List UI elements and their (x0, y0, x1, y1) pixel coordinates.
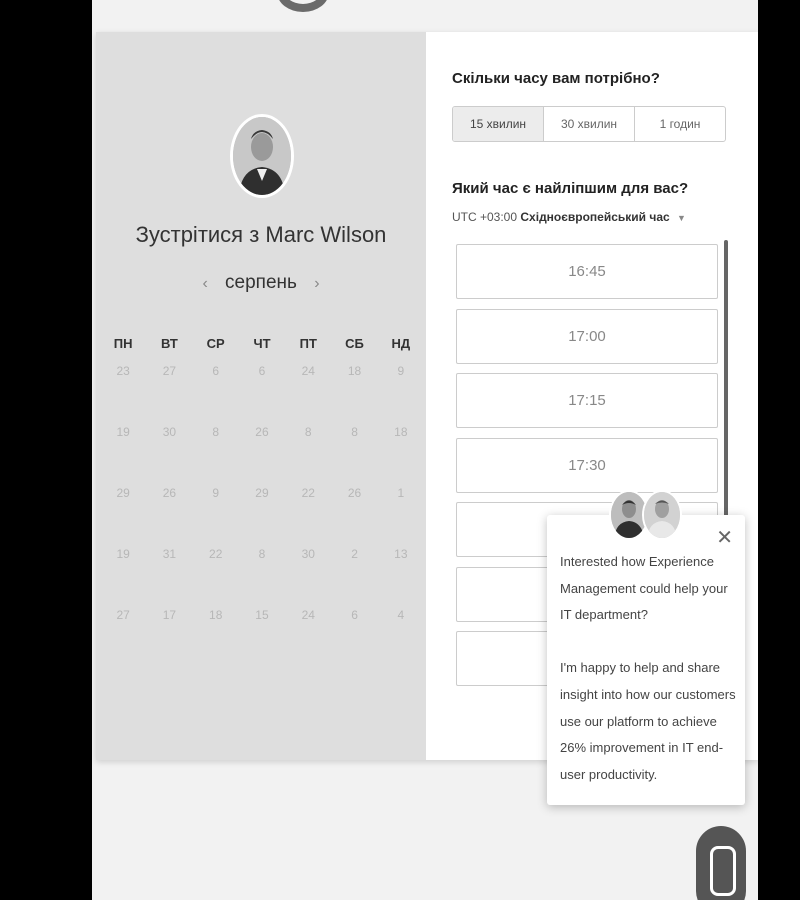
popup-paragraph: I'm happy to help and share insight into… (560, 660, 736, 782)
calendar-day: 26 (347, 486, 362, 500)
meet-title: Зустрітися з Marc Wilson (135, 222, 387, 247)
calendar-day: 2 (351, 547, 358, 561)
calendar-day: 18 (209, 608, 223, 622)
calendar-day: 8 (304, 425, 312, 439)
calendar-day: 4 (397, 608, 405, 622)
calendar-day: 19 (116, 547, 130, 561)
timezone-offset: UTC +03:00 (452, 210, 518, 224)
agent-avatar (642, 490, 682, 540)
calendar-day: 6 (212, 364, 220, 378)
duration-option-60[interactable]: 1 годин (634, 107, 725, 141)
calendar-day: 9 (212, 486, 220, 500)
timezone-name: Східноєвропейський час (520, 210, 670, 224)
month-navigation: ‹ серпень › (96, 272, 426, 294)
caret-down-icon: ▼ (677, 213, 686, 223)
calendar-day: 19 (116, 425, 130, 439)
calendar-day: 18 (394, 425, 408, 439)
weekday-label: СБ (345, 336, 364, 351)
calendar-day: 18 (347, 364, 362, 378)
calendar-day: 8 (212, 425, 220, 439)
calendar-week: 27 17 18 15 24 6 4 (100, 608, 424, 669)
calendar-day: 8 (258, 547, 266, 561)
popup-message: Interested how Experience Management cou… (560, 549, 736, 788)
calendar-day: 23 (116, 364, 130, 378)
time-slot[interactable]: 17:15 (456, 373, 718, 428)
calendar-day: 6 (351, 608, 358, 622)
calendar-day: 26 (255, 425, 269, 439)
calendar-day: 26 (162, 486, 177, 500)
calendar-day: 22 (209, 547, 223, 561)
calendar-day: 30 (162, 425, 177, 439)
calendar-day: 27 (116, 608, 130, 622)
chat-popup: ✕ Interested how Experience Management c… (547, 515, 745, 805)
time-slot[interactable]: 16:45 (456, 244, 718, 299)
chevron-right-icon[interactable]: › (314, 275, 319, 292)
weekday-label: СР (206, 336, 225, 351)
calendar-day: 15 (255, 608, 269, 622)
duration-option-15[interactable]: 15 хвилин (453, 107, 543, 141)
chevron-left-icon[interactable]: ‹ (202, 275, 207, 292)
calendar-week: 19 31 22 8 30 2 13 (100, 547, 424, 608)
calendar-day: 9 (397, 364, 405, 378)
time-slot[interactable]: 17:30 (456, 437, 718, 493)
calendar-day: 24 (301, 364, 315, 378)
host-panel: Зустрітися з Marc Wilson ‹ серпень › ПН … (96, 32, 426, 760)
chat-launcher-button[interactable] (696, 826, 746, 900)
popup-paragraph: Interested how Experience Management cou… (560, 554, 728, 623)
calendar-day: 27 (162, 364, 177, 378)
weekday-label: НД (391, 336, 411, 351)
calendar-day: 31 (162, 547, 177, 561)
slot-scrollbar[interactable] (724, 240, 728, 530)
host-avatar (230, 114, 294, 198)
calendar-week: 19 30 8 26 8 8 18 (100, 425, 424, 486)
calendar-day: 24 (301, 608, 315, 622)
duration-question: Скільки часу вам потрібно? (452, 70, 660, 87)
top-decoration (277, 0, 329, 12)
close-icon[interactable]: ✕ (716, 525, 733, 550)
weekday-label: ЧТ (253, 336, 271, 351)
weekday-label: ПН (113, 336, 133, 351)
calendar-day: 13 (394, 547, 408, 561)
calendar-day: 30 (301, 547, 315, 561)
calendar-day: 22 (301, 486, 315, 500)
calendar-day: 6 (258, 364, 266, 378)
page: Зустрітися з Marc Wilson ‹ серпень › ПН … (92, 0, 758, 900)
calendar-week: 23 27 6 6 24 18 9 (100, 364, 424, 425)
calendar-week: 29 26 9 29 22 26 1 (100, 486, 424, 547)
time-slot[interactable]: 17:00 (456, 308, 718, 364)
duration-option-30[interactable]: 30 хвилин (543, 107, 634, 141)
calendar-grid: ПН ВТ СР ЧТ ПТ СБ НД 23 27 6 6 24 18 9 1… (100, 336, 424, 669)
calendar-day: 29 (116, 486, 130, 500)
timezone-selector[interactable]: UTC +03:00 Східноєвропейський час ▼ (452, 210, 686, 224)
weekday-header: ПН ВТ СР ЧТ ПТ СБ НД (100, 336, 424, 364)
weekday-label: ВТ (161, 336, 178, 351)
calendar-day: 29 (255, 486, 269, 500)
calendar-day: 1 (397, 486, 405, 500)
duration-selector: 15 хвилин 30 хвилин 1 годин (452, 106, 726, 142)
weekday-label: ПТ (299, 336, 317, 351)
calendar-day: 8 (351, 425, 358, 439)
month-label: серпень (225, 272, 297, 293)
calendar-day: 17 (162, 608, 177, 622)
time-question: Який час є найліпшим для вас? (452, 180, 689, 197)
